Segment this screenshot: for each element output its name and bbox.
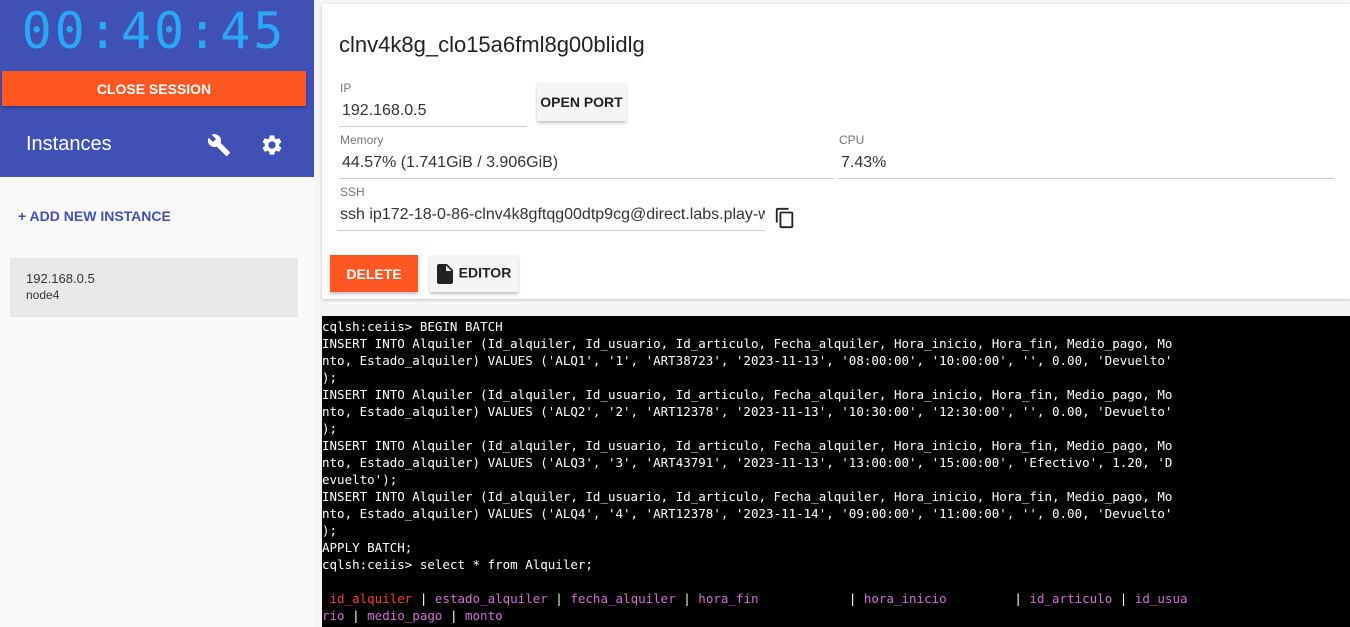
column-fecha-alquiler: fecha_alquiler bbox=[570, 591, 676, 606]
sidebar-header: 00:40:45 CLOSE SESSION Instances bbox=[0, 0, 314, 177]
delete-button[interactable]: DELETE bbox=[330, 255, 418, 292]
wrench-icon[interactable] bbox=[206, 133, 232, 157]
ssh-field[interactable]: ssh ip172-18-0-86-clnv4k8gftqg00dtp9cg@d… bbox=[337, 202, 765, 231]
ssh-label: SSH bbox=[340, 185, 365, 199]
terminal-line: nto, Estado_alquiler) VALUES ('ALQ4', '4… bbox=[322, 506, 1173, 521]
instance-hostname: clnv4k8g_clo15a6fml8g00blidlg bbox=[339, 32, 645, 57]
column-id-usuario-cont: rio bbox=[322, 608, 345, 623]
terminal-line: ); bbox=[322, 421, 338, 436]
sidebar: 00:40:45 CLOSE SESSION Instances + ADD N… bbox=[0, 0, 314, 627]
column-separator: | bbox=[1006, 591, 1030, 606]
column-hora-inicio: hora_inicio bbox=[863, 591, 1007, 606]
column-separator: | bbox=[547, 591, 571, 606]
terminal-line: nto, Estado_alquiler) VALUES ('ALQ3', '3… bbox=[322, 455, 1173, 470]
instance-ip: 192.168.0.5 bbox=[26, 271, 95, 286]
column-hora-fin: hora_fin bbox=[698, 591, 842, 606]
memory-label: Memory bbox=[340, 133, 384, 147]
terminal-line: INSERT INTO Alquiler (Id_alquiler, Id_us… bbox=[322, 387, 1173, 402]
column-separator: | bbox=[1112, 591, 1135, 606]
terminal-line: INSERT INTO Alquiler (Id_alquiler, Id_us… bbox=[322, 489, 1173, 504]
terminal-line: ); bbox=[322, 523, 338, 538]
column-id-articulo: id_articulo bbox=[1029, 591, 1113, 606]
ip-field[interactable]: 192.168.0.5 bbox=[339, 98, 527, 127]
close-session-button[interactable]: CLOSE SESSION bbox=[2, 71, 306, 106]
column-id-alquiler: id_alquiler bbox=[322, 591, 413, 606]
column-separator: | bbox=[412, 591, 435, 606]
copy-icon[interactable] bbox=[774, 206, 796, 230]
terminal-line: nto, Estado_alquiler) VALUES ('ALQ1', '1… bbox=[322, 353, 1173, 368]
instance-details-card: clnv4k8g_clo15a6fml8g00blidlg IP 192.168… bbox=[322, 4, 1350, 299]
terminal-line: cqlsh:ceiis> select * from Alquiler; bbox=[322, 557, 593, 572]
result-header-row: rio | medio_pago | monto bbox=[322, 607, 1350, 624]
instance-name: node4 bbox=[26, 288, 60, 302]
instances-title: Instances bbox=[26, 133, 112, 155]
editor-label: EDITOR bbox=[458, 264, 512, 281]
column-medio-pago: medio_pago bbox=[367, 608, 443, 623]
cpu-field: 7.43% bbox=[838, 150, 1334, 179]
open-port-button[interactable]: OPEN PORT bbox=[537, 83, 626, 121]
ip-label: IP bbox=[340, 81, 352, 95]
terminal-line: cqlsh:ceiis> BEGIN BATCH bbox=[322, 319, 503, 334]
column-separator: | bbox=[675, 591, 699, 606]
editor-button[interactable]: EDITOR bbox=[430, 255, 518, 292]
add-instance-button[interactable]: + ADD NEW INSTANCE bbox=[18, 208, 171, 224]
terminal-line: INSERT INTO Alquiler (Id_alquiler, Id_us… bbox=[322, 336, 1173, 351]
column-separator: | bbox=[344, 608, 368, 623]
instance-list-item[interactable]: 192.168.0.5 node4 bbox=[10, 258, 298, 317]
result-header-row: id_alquiler | estado_alquiler | fecha_al… bbox=[322, 590, 1350, 607]
file-icon bbox=[436, 263, 453, 284]
memory-field: 44.57% (1.741GiB / 3.906GiB) bbox=[339, 150, 834, 179]
terminal[interactable]: cqlsh:ceiis> BEGIN BATCH INSERT INTO Alq… bbox=[322, 316, 1350, 627]
column-separator: | bbox=[442, 608, 465, 623]
terminal-line: APPLY BATCH; bbox=[322, 540, 413, 555]
terminal-line: INSERT INTO Alquiler (Id_alquiler, Id_us… bbox=[322, 438, 1173, 453]
column-id-usuario: id_usua bbox=[1134, 591, 1188, 606]
column-monto: monto bbox=[465, 608, 503, 623]
terminal-line: ); bbox=[322, 370, 338, 385]
session-timer: 00:40:45 bbox=[21, 2, 287, 60]
terminal-line: evuelto'); bbox=[322, 472, 398, 487]
column-estado-alquiler: estado_alquiler bbox=[434, 591, 548, 606]
cpu-label: CPU bbox=[839, 133, 865, 147]
terminal-line: nto, Estado_alquiler) VALUES ('ALQ2', '2… bbox=[322, 404, 1173, 419]
column-separator: | bbox=[841, 591, 864, 606]
gear-icon[interactable] bbox=[260, 133, 284, 157]
